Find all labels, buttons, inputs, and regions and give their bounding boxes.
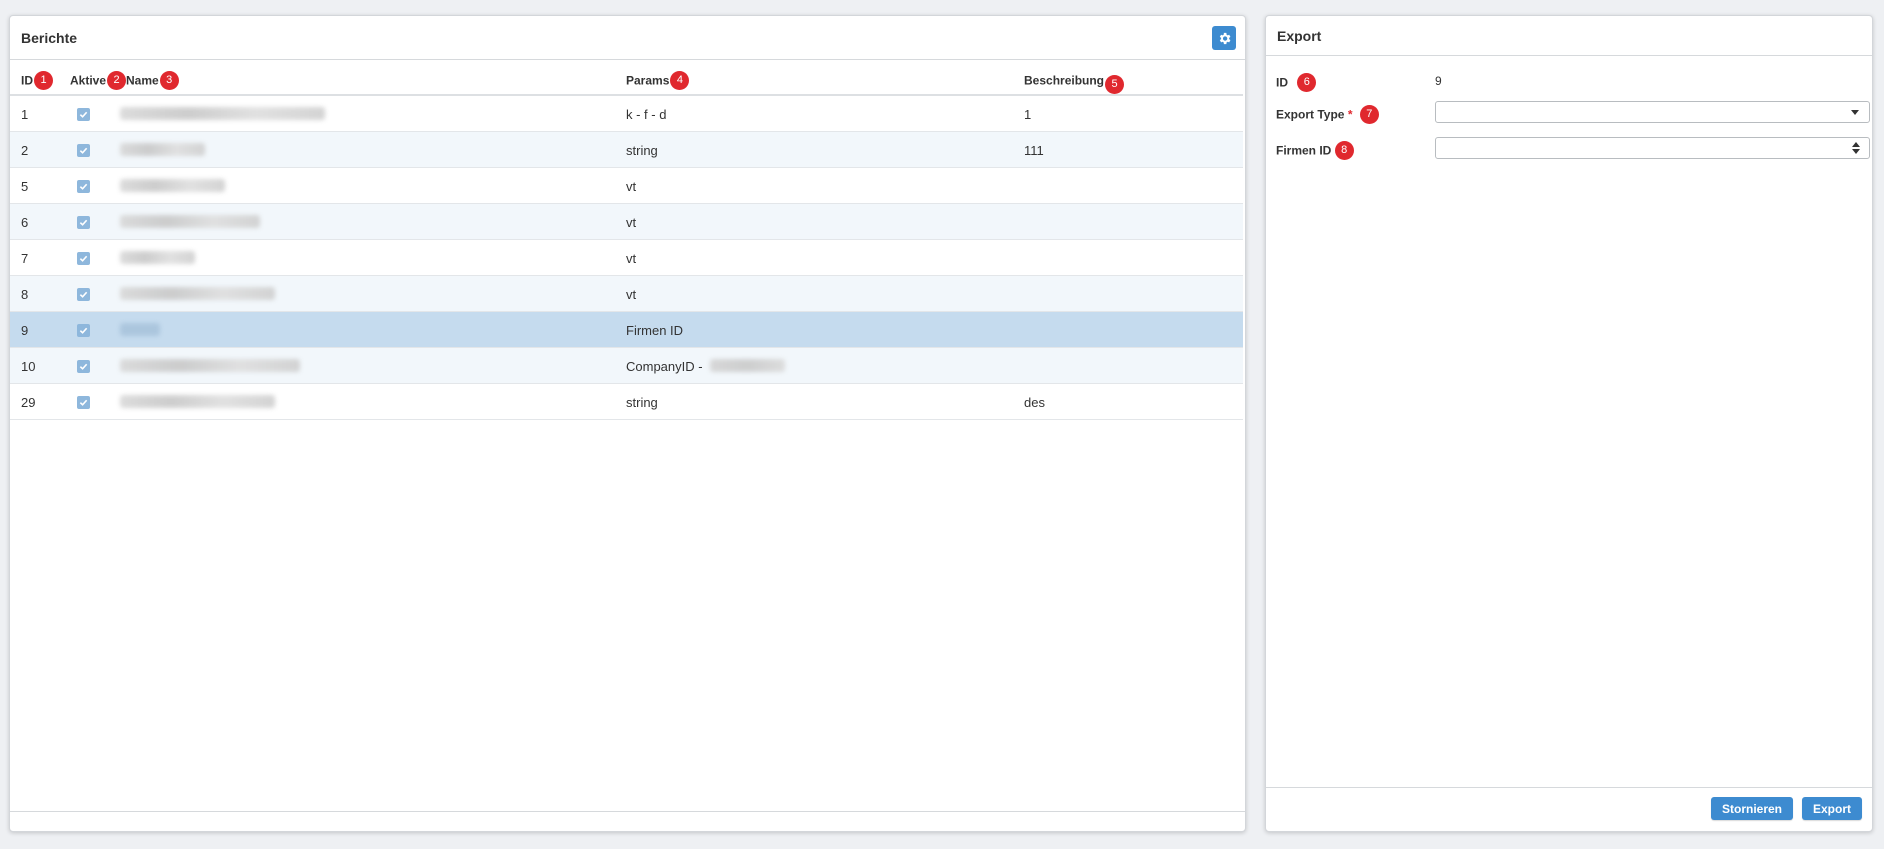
cell-id: 7 bbox=[21, 251, 29, 266]
annotation-badge: 7 bbox=[1359, 105, 1379, 124]
cell-params: string bbox=[626, 395, 658, 410]
check-icon bbox=[79, 219, 88, 226]
cell-params: vt bbox=[626, 251, 637, 266]
annotation-badge: 2 bbox=[107, 71, 127, 90]
cell-id: 10 bbox=[21, 359, 36, 374]
cell-id: 29 bbox=[21, 395, 36, 410]
active-checkbox[interactable] bbox=[77, 144, 90, 157]
annotation-badge: 8 bbox=[1334, 141, 1354, 160]
id-value: 9 bbox=[1435, 74, 1442, 88]
annotation-badge: 4 bbox=[670, 71, 690, 90]
table-row-selected[interactable]: 9 Firmen ID bbox=[10, 312, 1243, 348]
table-row[interactable]: 2 string 111 bbox=[10, 132, 1243, 168]
name-redacted bbox=[120, 359, 300, 372]
column-header-id[interactable]: ID 1 bbox=[21, 71, 53, 91]
cell-params: vt bbox=[626, 179, 637, 194]
table-row[interactable]: 8 vt bbox=[10, 276, 1243, 312]
table-row[interactable]: 5 vt bbox=[10, 168, 1243, 204]
name-redacted bbox=[120, 107, 325, 120]
export-button[interactable]: Export bbox=[1802, 797, 1862, 820]
export-panel: Export ID 6 9 Export Type * 7 Firmen ID … bbox=[1265, 15, 1873, 832]
table-row[interactable]: 29 string des bbox=[10, 384, 1243, 420]
form-row-firmen-id: Firmen ID 8 bbox=[1276, 137, 1870, 163]
cell-id: 6 bbox=[21, 215, 29, 230]
export-panel-title: Export bbox=[1277, 27, 1322, 44]
cell-id: 1 bbox=[21, 107, 29, 122]
active-checkbox[interactable] bbox=[77, 108, 90, 121]
check-icon bbox=[79, 291, 88, 298]
active-checkbox[interactable] bbox=[77, 324, 90, 337]
cell-params: vt bbox=[626, 287, 637, 302]
check-icon bbox=[79, 111, 88, 118]
name-redacted bbox=[120, 323, 160, 336]
check-icon bbox=[79, 147, 88, 154]
name-redacted bbox=[120, 251, 195, 264]
check-icon bbox=[79, 255, 88, 262]
form-row-id: ID 6 9 bbox=[1276, 69, 1862, 95]
check-icon bbox=[79, 363, 88, 370]
cell-params: string bbox=[626, 143, 658, 158]
cell-description: 111 bbox=[1024, 143, 1044, 158]
name-redacted bbox=[120, 179, 225, 192]
cell-description: des bbox=[1024, 395, 1045, 410]
cell-id: 5 bbox=[21, 179, 29, 194]
table-row[interactable]: 1 k - f - d 1 bbox=[10, 96, 1243, 132]
export-panel-footer: Stornieren Export bbox=[1266, 787, 1872, 831]
name-redacted bbox=[120, 215, 260, 228]
name-redacted bbox=[120, 395, 275, 408]
column-header-aktive[interactable]: Aktive 2 bbox=[70, 71, 127, 91]
annotation-badge: 6 bbox=[1297, 73, 1317, 92]
cell-description: 1 bbox=[1024, 107, 1032, 122]
annotation-badge: 1 bbox=[34, 71, 53, 90]
annotation-badge: 5 bbox=[1105, 75, 1125, 94]
form-row-export-type: Export Type * 7 bbox=[1276, 101, 1870, 127]
reports-panel-header: Berichte bbox=[10, 16, 1245, 60]
cell-id: 9 bbox=[21, 323, 29, 338]
cell-params: CompanyID - bbox=[626, 359, 703, 374]
active-checkbox[interactable] bbox=[77, 360, 90, 373]
export-type-select[interactable] bbox=[1435, 101, 1870, 123]
column-header-beschreibung[interactable]: Beschreibung 5 bbox=[1024, 72, 1125, 94]
check-icon bbox=[79, 327, 88, 334]
reports-table: ID 1 Aktive 2 Name 3 Params 4 Beschreibung 5 … bbox=[10, 60, 1243, 420]
reports-panel-title: Berichte bbox=[21, 29, 78, 46]
gear-icon bbox=[1219, 32, 1230, 44]
table-header: ID 1 Aktive 2 Name 3 Params 4 Beschreibung 5 bbox=[10, 60, 1243, 96]
active-checkbox[interactable] bbox=[77, 216, 90, 229]
reports-panel: Berichte ID 1 Aktive 2 Name 3 Params 4 Besch… bbox=[9, 15, 1246, 832]
settings-button[interactable] bbox=[1212, 26, 1236, 50]
active-checkbox[interactable] bbox=[77, 288, 90, 301]
cell-params: Firmen ID bbox=[626, 323, 684, 338]
annotation-badge: 3 bbox=[159, 71, 179, 90]
export-panel-header: Export bbox=[1266, 16, 1872, 56]
chevron-down-icon bbox=[1851, 110, 1859, 115]
id-label: ID 6 bbox=[1276, 73, 1317, 93]
active-checkbox[interactable] bbox=[77, 396, 90, 409]
firmen-id-stepper[interactable] bbox=[1435, 137, 1870, 159]
cell-id: 2 bbox=[21, 143, 29, 158]
active-checkbox[interactable] bbox=[77, 180, 90, 193]
cell-id: 8 bbox=[21, 287, 29, 302]
active-checkbox[interactable] bbox=[77, 252, 90, 265]
required-mark: * bbox=[1347, 107, 1353, 122]
table-row[interactable]: 7 vt bbox=[10, 240, 1243, 276]
check-icon bbox=[79, 399, 88, 406]
firmen-id-label: Firmen ID 8 bbox=[1276, 141, 1354, 161]
cancel-button[interactable]: Stornieren bbox=[1711, 797, 1793, 820]
table-row[interactable]: 10 CompanyID - bbox=[10, 348, 1243, 384]
cell-params: vt bbox=[626, 215, 637, 230]
column-header-name[interactable]: Name 3 bbox=[126, 71, 179, 91]
export-type-label: Export Type * 7 bbox=[1276, 105, 1379, 125]
cell-params: k - f - d bbox=[626, 107, 667, 122]
params-redacted bbox=[710, 359, 785, 372]
name-redacted bbox=[120, 143, 205, 156]
reports-panel-footer bbox=[10, 811, 1245, 831]
check-icon bbox=[79, 183, 88, 190]
table-row[interactable]: 6 vt bbox=[10, 204, 1243, 240]
spinner-arrows-icon[interactable] bbox=[1852, 141, 1860, 155]
column-header-params[interactable]: Params 4 bbox=[626, 71, 690, 91]
name-redacted bbox=[120, 287, 275, 300]
